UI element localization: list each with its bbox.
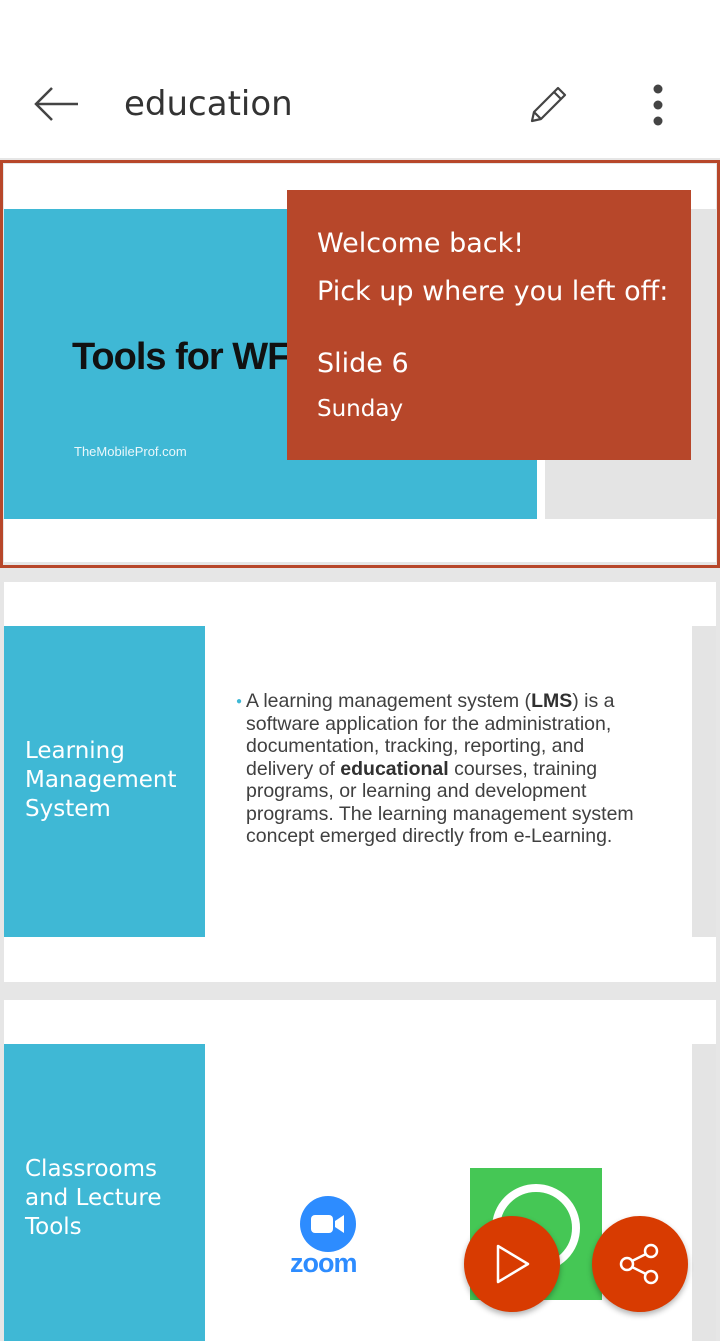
zoom-logo-text: zoom: [290, 1248, 357, 1278]
popup-subtitle: Pick up where you left off:: [317, 276, 669, 307]
pencil-icon: [530, 86, 567, 123]
more-options-button[interactable]: [636, 76, 680, 134]
present-button[interactable]: [464, 1216, 560, 1312]
share-icon: [619, 1243, 659, 1285]
slide-1-subtitle: TheMobileProf.com: [74, 444, 187, 459]
zoom-logo: zoom: [288, 1196, 374, 1278]
slide-2-sidebar: Learning Management System: [4, 626, 205, 937]
popup-day: Sunday: [317, 396, 404, 422]
share-button[interactable]: [592, 1216, 688, 1312]
back-button[interactable]: [26, 78, 86, 130]
welcome-back-popup[interactable]: Welcome back! Pick up where you left off…: [287, 190, 691, 460]
arrow-left-icon: [34, 87, 78, 121]
slide-2-side-strip: [692, 626, 716, 937]
play-icon: [496, 1244, 530, 1284]
more-vertical-icon: [653, 84, 663, 126]
slide-thumbnail-2[interactable]: Learning Management System ● A learning …: [4, 582, 716, 982]
body-text-part: A learning management system (: [246, 690, 532, 712]
slide-2-sidebar-title: Learning Management System: [25, 737, 177, 824]
popup-slide-number[interactable]: Slide 6: [317, 348, 409, 379]
slide-3-sidebar: Classrooms and Lecture Tools: [4, 1044, 205, 1341]
edit-button[interactable]: [516, 76, 576, 134]
app-header: education: [0, 0, 720, 158]
body-text-bold: LMS: [531, 690, 573, 712]
slide-2-sidebar-line: Learning: [25, 738, 125, 764]
popup-title: Welcome back!: [317, 228, 525, 259]
slide-3-sidebar-line: and Lecture: [25, 1185, 162, 1211]
document-title: education: [124, 84, 293, 124]
slide-2-sidebar-line: Management: [25, 767, 177, 793]
slide-3-side-strip: [692, 1044, 716, 1341]
slide-1-title: Tools for WF: [72, 336, 290, 378]
slide-3-sidebar-title: Classrooms and Lecture Tools: [25, 1155, 161, 1242]
zoom-camera-icon: [300, 1196, 356, 1252]
slide-2-body-text: A learning management system (LMS) is a …: [246, 690, 656, 848]
bullet-icon: ●: [236, 696, 243, 707]
slide-3-sidebar-line: Tools: [25, 1214, 82, 1240]
slide-2-sidebar-line: System: [25, 796, 111, 822]
body-text-bold: educational: [340, 757, 449, 780]
slide-3-sidebar-line: Classrooms: [25, 1156, 157, 1182]
